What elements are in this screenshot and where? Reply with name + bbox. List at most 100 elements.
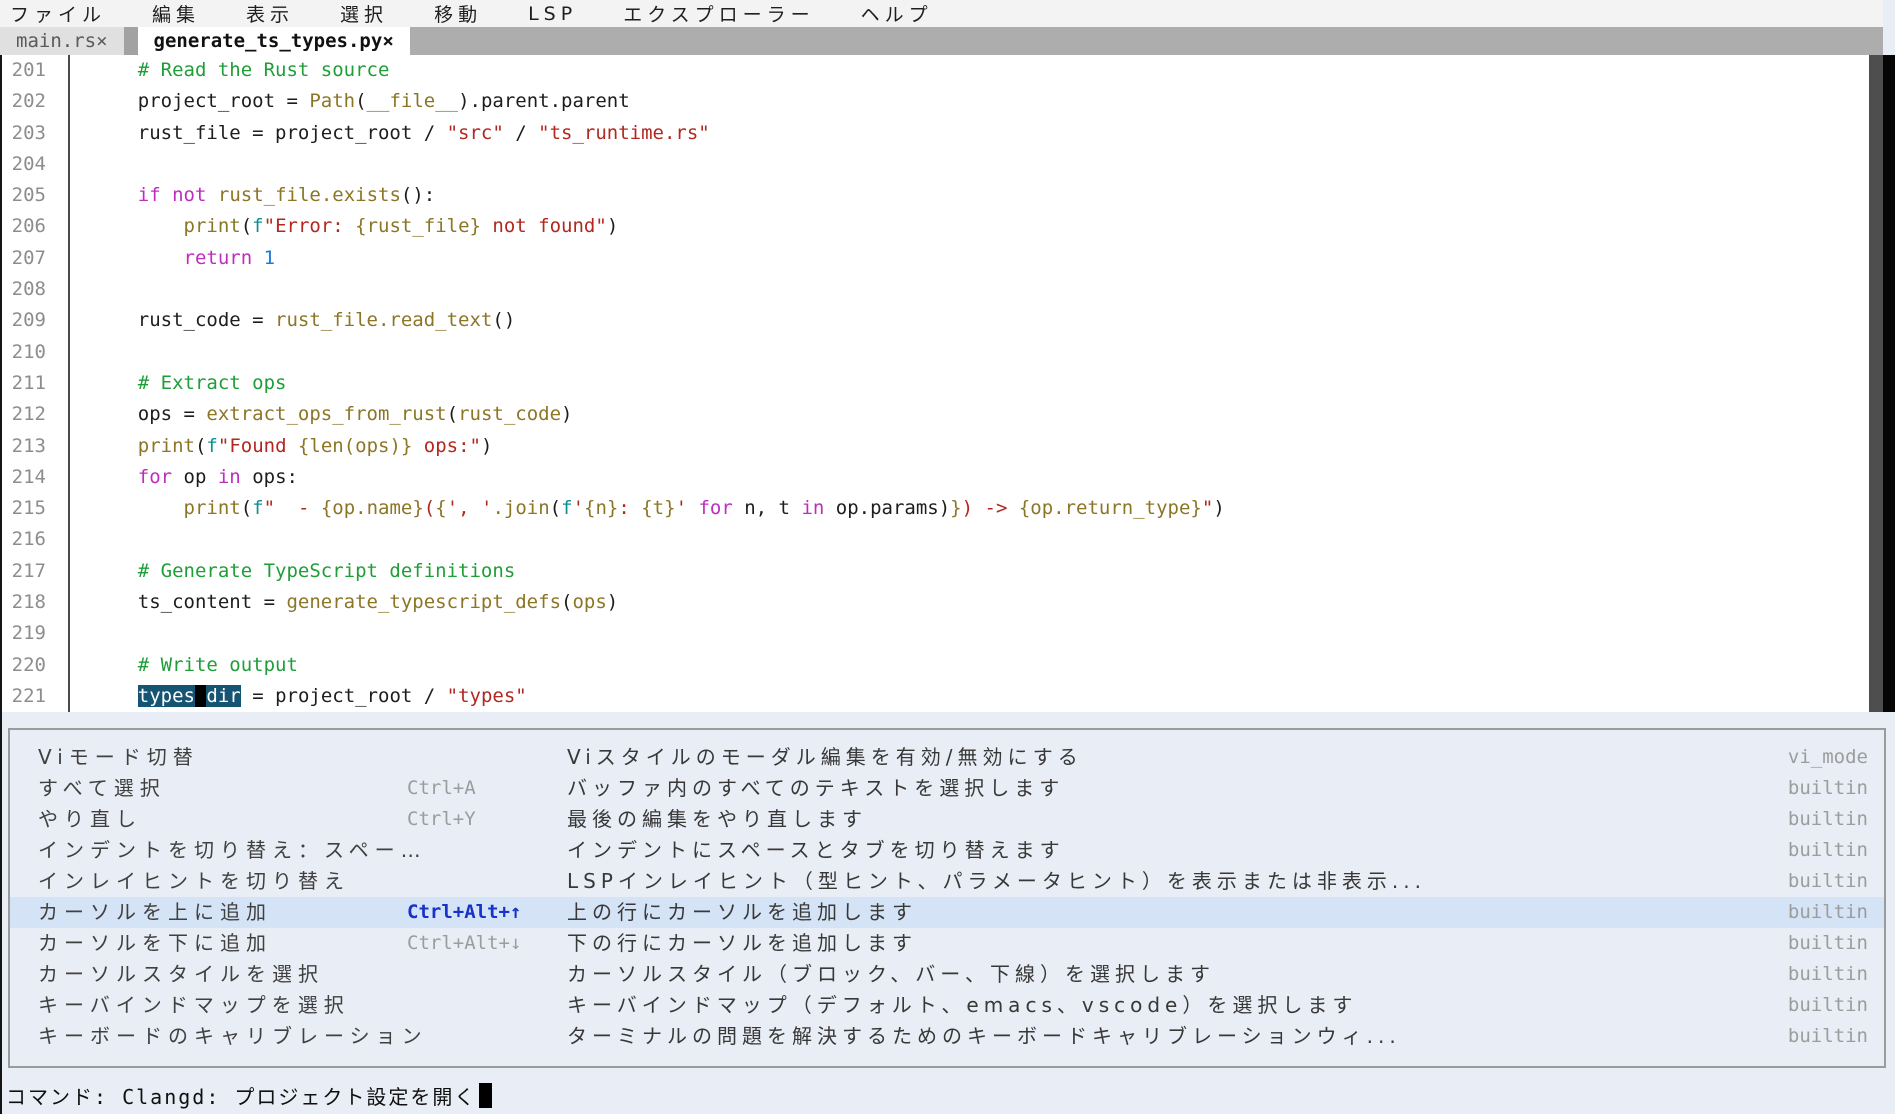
menu-bar: ファイル 編集 表示 選択 移動 LSP エクスプローラー ヘルプ: [0, 0, 1883, 27]
palette-row-5[interactable]: インレイヒントを切り替え LSPインレイヒント（型ヒント、パラメータヒント）を表示…: [10, 866, 1884, 897]
tab-main.rs[interactable]: main.rs ×: [0, 27, 124, 55]
palette-command-name: Viモード切替: [38, 742, 199, 773]
menu-item-2[interactable]: 編集: [152, 0, 200, 27]
code-token: ) ->: [962, 497, 1019, 519]
code-token: "ts_runtime.rs": [538, 122, 710, 144]
code-line[interactable]: 220 # Write output: [0, 650, 1875, 681]
code-token: rust_file.read_text: [275, 309, 492, 331]
palette-description: バッファ内のすべてのテキストを選択します: [567, 773, 1064, 804]
code-token: "types": [447, 685, 527, 707]
editor[interactable]: 201 # Read the Rust source202 project_ro…: [0, 55, 1895, 712]
code-token: ': [573, 497, 584, 519]
code-line[interactable]: 221 types_dir = project_root / "types": [0, 681, 1875, 712]
menu-item-1[interactable]: ファイル: [10, 0, 106, 27]
code-token: # Generate TypeScript definitions: [138, 560, 516, 582]
line-number: 214: [0, 462, 56, 493]
palette-row-2[interactable]: すべて選択Ctrl+Aバッファ内のすべてのテキストを選択しますbuiltin: [10, 773, 1884, 804]
code-text: [56, 149, 92, 180]
code-line[interactable]: 211 # Extract ops: [0, 368, 1875, 399]
palette-description: 上の行にカーソルを追加します: [567, 897, 917, 928]
palette-row-7[interactable]: カーソルを下に追加Ctrl+Alt+↓下の行にカーソルを追加しますbuiltin: [10, 928, 1884, 959]
menu-item-6[interactable]: LSP: [528, 3, 577, 25]
code-token: f: [252, 497, 263, 519]
code-token: ): [1213, 497, 1224, 519]
code-token: {t}: [641, 497, 675, 519]
code-line[interactable]: 216: [0, 524, 1875, 555]
palette-row-9[interactable]: キーバインドマップを選択キーバインドマップ（デフォルト、emacs、vscode…: [10, 990, 1884, 1021]
palette-command-name: カーソルスタイルを選択: [38, 959, 324, 990]
palette-command-name: インレイヒントを切り替え: [38, 866, 350, 897]
menu-item-8[interactable]: ヘルプ: [861, 0, 933, 27]
app-window: ファイル編集表示選択移動LSPエクスプローラーヘルプ main.rs ×gene…: [0, 0, 1895, 1114]
code-line[interactable]: 215 print(f" - {op.name}({', '.join(f'{n…: [0, 493, 1875, 524]
code-text: [56, 274, 92, 305]
code-line[interactable]: 210: [0, 337, 1875, 368]
selected-text: types: [138, 685, 195, 707]
code-line[interactable]: 206 print(f"Error: {rust_file} not found…: [0, 211, 1875, 242]
palette-description: LSPインレイヒント（型ヒント、パラメータヒント）を表示または非表示...: [567, 866, 1426, 897]
tab-label: main.rs: [16, 30, 96, 52]
code-line[interactable]: 209 rust_code = rust_file.read_text(): [0, 305, 1875, 336]
line-number: 217: [0, 556, 56, 587]
code-line[interactable]: 202 project_root = Path(__file__).parent…: [0, 86, 1875, 117]
code-token: :: [618, 497, 641, 519]
palette-command-name: キーバインドマップを選択: [38, 990, 350, 1021]
selected-text: dir: [206, 685, 240, 707]
palette-row-1[interactable]: Viモード切替Viスタイルのモーダル編集を有効/無効にするvi_mode: [10, 742, 1884, 773]
menu-item-3[interactable]: 表示: [246, 0, 294, 27]
code-token: (: [424, 497, 435, 519]
code-text: ts_content = generate_typescript_defs(op…: [56, 587, 618, 618]
code-token: [92, 184, 138, 206]
menu-item-4[interactable]: 選択: [340, 0, 388, 27]
code-token: (: [447, 403, 458, 425]
menu-item-7[interactable]: エクスプローラー: [623, 0, 814, 27]
code-token: (: [355, 90, 366, 112]
palette-row-10[interactable]: キーボードのキャリブレーションターミナルの問題を解決するためのキーボードキャリブ…: [10, 1021, 1884, 1052]
code-line[interactable]: 218 ts_content = generate_typescript_def…: [0, 587, 1875, 618]
code-text: types_dir = project_root / "types": [56, 681, 527, 712]
code-text: [56, 618, 92, 649]
code-token: in: [218, 466, 241, 488]
code-line[interactable]: 201 # Read the Rust source: [0, 55, 1875, 86]
line-number: 212: [0, 399, 56, 430]
code-token: (: [241, 215, 252, 237]
command-line[interactable]: コマンド: Clangd: プロジェクト設定を開く: [0, 1076, 1895, 1114]
code-token: {op.return_type}: [1019, 497, 1202, 519]
code-token: [92, 654, 138, 676]
code-token: [92, 435, 138, 457]
tab-close-icon[interactable]: ×: [382, 30, 393, 52]
code-line[interactable]: 219: [0, 618, 1875, 649]
code-text: for op in ops:: [56, 462, 298, 493]
code-text: # Read the Rust source: [56, 55, 389, 86]
code-line[interactable]: 204: [0, 149, 1875, 180]
line-number: 210: [0, 337, 56, 368]
code-token: {rust_file}: [355, 215, 481, 237]
code-line[interactable]: 214 for op in ops:: [0, 462, 1875, 493]
menu-item-5[interactable]: 移動: [434, 0, 482, 27]
code-line[interactable]: 205 if not rust_file.exists():: [0, 180, 1875, 211]
palette-row-4[interactable]: インデントを切り替え：スペー…インデントにスペースとタブを切り替えますbuilt…: [10, 835, 1884, 866]
palette-command-name: すべて選択: [38, 773, 166, 804]
tab-generate_ts_types.py[interactable]: generate_ts_types.py ×: [138, 27, 410, 55]
code-token: ).parent.parent: [458, 90, 630, 112]
palette-source: builtin: [1788, 773, 1868, 804]
code-line[interactable]: 212 ops = extract_ops_from_rust(rust_cod…: [0, 399, 1875, 430]
tab-close-icon[interactable]: ×: [96, 30, 107, 52]
code-line[interactable]: 207 return 1: [0, 243, 1875, 274]
code-line[interactable]: 213 print(f"Found {len(ops)} ops:"): [0, 431, 1875, 462]
scrollbar[interactable]: [1869, 55, 1883, 712]
line-number: 215: [0, 493, 56, 524]
code-line[interactable]: 208: [0, 274, 1875, 305]
code-line[interactable]: 203 rust_file = project_root / "src" / "…: [0, 118, 1875, 149]
code-token: # Extract ops: [138, 372, 287, 394]
palette-row-8[interactable]: カーソルスタイルを選択カーソルスタイル（ブロック、バー、下線）を選択しますbui…: [10, 959, 1884, 990]
code-token: .join: [492, 497, 549, 519]
palette-source: builtin: [1788, 959, 1868, 990]
palette-description: ターミナルの問題を解決するためのキーボードキャリブレーションウィ...: [567, 1021, 1401, 1052]
code-token: " -: [264, 497, 321, 519]
palette-source: builtin: [1788, 928, 1868, 959]
palette-row-6[interactable]: カーソルを上に追加Ctrl+Alt+↑上の行にカーソルを追加しますbuiltin: [10, 897, 1884, 928]
code-area[interactable]: 201 # Read the Rust source202 project_ro…: [0, 55, 1875, 712]
palette-row-3[interactable]: やり直しCtrl+Y最後の編集をやり直しますbuiltin: [10, 804, 1884, 835]
code-line[interactable]: 217 # Generate TypeScript definitions: [0, 556, 1875, 587]
